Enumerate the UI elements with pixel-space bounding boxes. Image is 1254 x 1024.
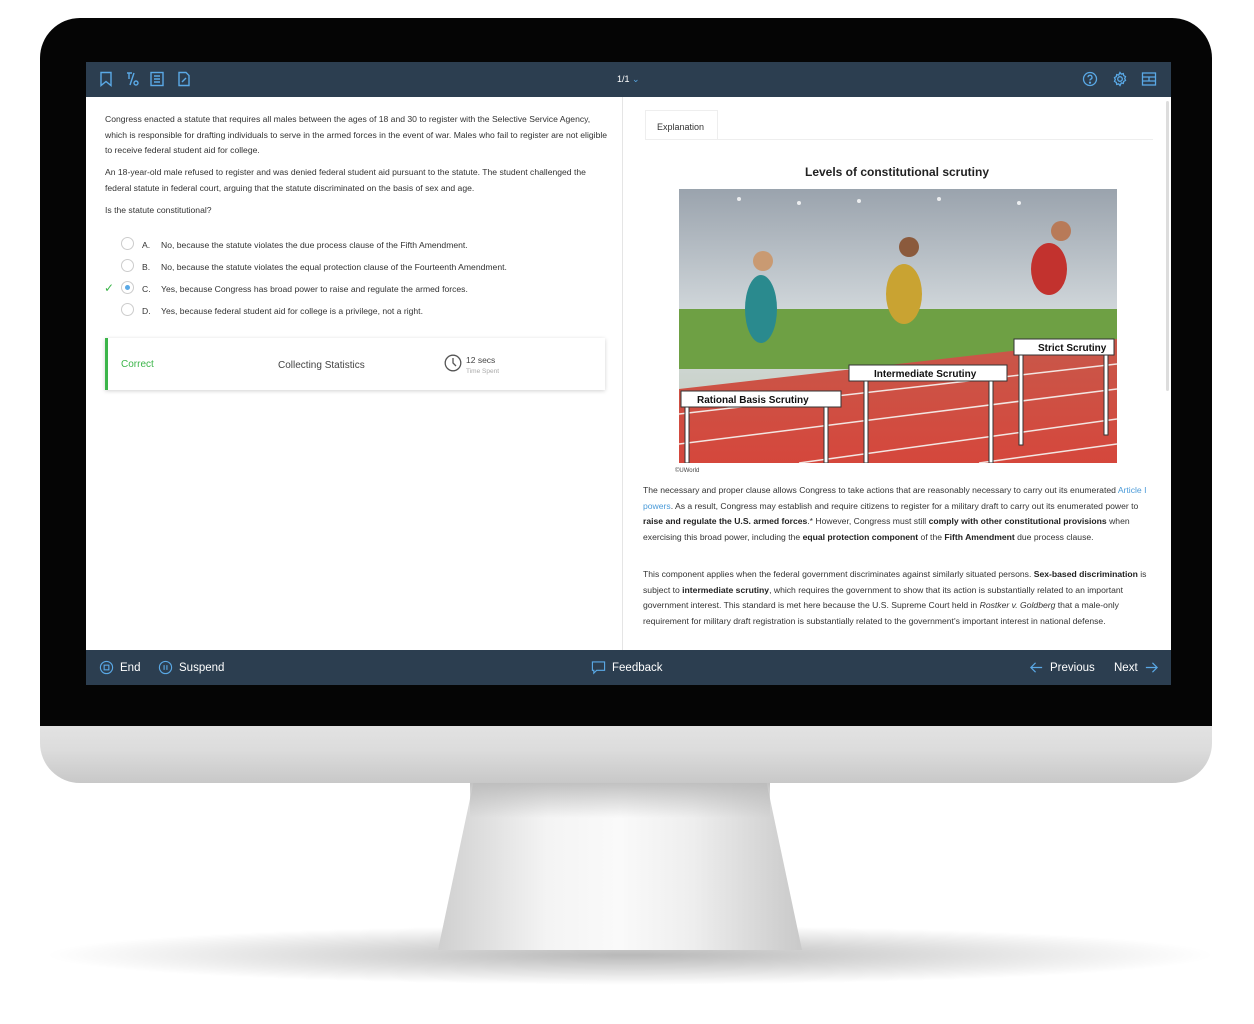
pause-icon: [158, 660, 173, 675]
explanation-paragraph: This component applies when the federal …: [643, 567, 1155, 629]
previous-label: Previous: [1050, 661, 1095, 674]
question-panel: Congress enacted a statute that requires…: [86, 97, 622, 650]
question-stem: Is the statute constitutional?: [105, 205, 212, 215]
option-letter: A.: [142, 240, 151, 250]
radio-button[interactable]: [121, 259, 134, 272]
comment-icon: [591, 661, 606, 675]
end-button[interactable]: End: [99, 660, 140, 675]
option-letter: D.: [142, 306, 151, 316]
label-rational-basis: Rational Basis Scrutiny: [697, 395, 809, 406]
result-status: Correct: [121, 359, 154, 370]
question-pager[interactable]: 1/1 ⌄: [617, 74, 640, 85]
text-segment: due process clause.: [1014, 531, 1094, 542]
next-button[interactable]: Next: [1114, 660, 1159, 675]
radio-button[interactable]: [121, 303, 134, 316]
end-label: End: [120, 661, 141, 674]
option-text: Yes, because federal student aid for col…: [161, 306, 423, 316]
scrollbar[interactable]: [1166, 101, 1169, 391]
explanation-paragraph: The necessary and proper clause allows C…: [643, 483, 1155, 545]
answer-option-c[interactable]: C. Yes, because Congress has broad power…: [86, 281, 622, 297]
suspend-label: Suspend: [179, 661, 225, 674]
scrutiny-illustration: Strict Scrutiny Intermediate Scrutiny Ra…: [679, 189, 1117, 463]
tab-explanation[interactable]: Explanation: [645, 110, 718, 140]
figure-title: Levels of constitutional scrutiny: [804, 165, 990, 179]
option-letter: C.: [142, 284, 151, 294]
label-strict-scrutiny: Strict Scrutiny: [1038, 343, 1107, 354]
tab-underline: [645, 139, 1153, 140]
text-segment: This component applies when the federal …: [643, 569, 1034, 579]
bookmark-icon[interactable]: [98, 71, 114, 87]
bottom-toolbar: End Suspend Feedback Previous Next: [86, 650, 1171, 685]
gear-icon[interactable]: [1112, 71, 1128, 87]
text-segment: raise and regulate the U.S. armed forces: [643, 516, 808, 526]
option-text: No, because the statute violates the due…: [161, 240, 468, 250]
stop-icon: [99, 660, 114, 675]
image-credit: ©UWorld: [675, 468, 700, 474]
text-segment: The necessary and proper clause allows C…: [643, 485, 1118, 495]
question-paragraph: Congress enacted a statute that requires…: [105, 114, 608, 155]
feedback-button[interactable]: Feedback: [591, 660, 663, 675]
text-segment: comply with other constitutional provisi…: [928, 516, 1107, 526]
radio-button-selected[interactable]: [121, 281, 134, 294]
result-card: Correct Collecting Statistics 12 secs Ti…: [105, 338, 605, 390]
option-text: Yes, because Congress has broad power to…: [161, 284, 468, 294]
answer-option-a[interactable]: A. No, because the statute violates the …: [86, 237, 622, 253]
screen: 1/1 ⌄ Congress enacted a statute that re…: [86, 62, 1171, 685]
previous-button[interactable]: Previous: [1029, 660, 1095, 675]
explanation-panel: Explanation Levels of constitutional scr…: [623, 97, 1171, 650]
text-segment: . As a result, Congress may establish an…: [670, 500, 1139, 511]
label-intermediate-scrutiny: Intermediate Scrutiny: [874, 369, 977, 380]
arrow-left-icon: [1030, 662, 1043, 673]
layout-icon[interactable]: [1141, 71, 1157, 87]
stand-shading: [470, 778, 770, 818]
statistics-status: Collecting Statistics: [278, 360, 365, 371]
option-text: No, because the statute violates the equ…: [161, 262, 507, 272]
answer-option-d[interactable]: D. Yes, because federal student aid for …: [86, 303, 622, 319]
clock-icon: [444, 354, 462, 372]
chevron-down-icon: ⌄: [632, 74, 640, 84]
notes-icon[interactable]: [149, 71, 165, 87]
text-segment: equal protection component: [802, 531, 919, 542]
percent-icon[interactable]: [124, 71, 140, 87]
edit-icon[interactable]: [176, 71, 192, 87]
top-toolbar: 1/1 ⌄: [86, 62, 1171, 97]
text-segment: Fifth Amendment: [944, 531, 1015, 542]
text-segment: Sex-based discrimination: [1033, 569, 1138, 579]
arrow-right-icon: [1145, 662, 1158, 673]
text-segment: Rostker v. Goldberg: [979, 600, 1056, 610]
question-paragraph: An 18-year-old male refused to register …: [105, 167, 586, 193]
text-segment: intermediate scrutiny: [682, 584, 770, 595]
answer-option-b[interactable]: B. No, because the statute violates the …: [86, 259, 622, 275]
feedback-label: Feedback: [612, 661, 663, 674]
time-spent-label: Time Spent: [466, 368, 499, 375]
radio-button[interactable]: [121, 237, 134, 250]
suspend-button[interactable]: Suspend: [158, 660, 224, 675]
text-segment: of the: [918, 531, 945, 542]
text-segment: .* However, Congress must still: [807, 516, 929, 526]
option-letter: B.: [142, 262, 151, 272]
pager-text: 1/1: [617, 74, 630, 84]
next-label: Next: [1114, 661, 1138, 674]
help-icon[interactable]: [1082, 71, 1098, 87]
